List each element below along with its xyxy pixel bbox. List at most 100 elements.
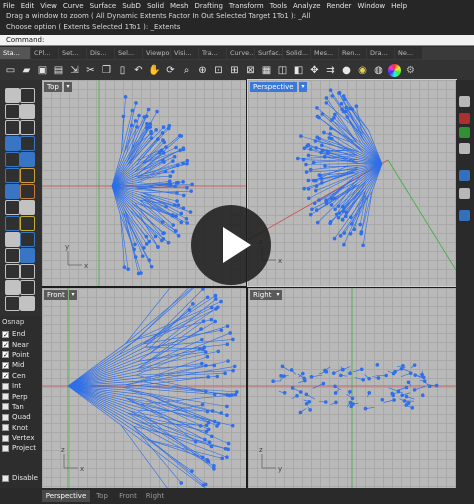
toolbar-tab[interactable]: Set... — [59, 47, 86, 59]
tab-top[interactable]: Top — [92, 490, 112, 502]
dimension-icon[interactable] — [5, 232, 20, 247]
ellipse-icon[interactable] — [20, 136, 35, 151]
light-icon[interactable] — [20, 216, 35, 231]
box-icon[interactable] — [20, 152, 35, 167]
materials-icon[interactable] — [459, 210, 470, 221]
toolbar-tab[interactable]: Ne... — [395, 47, 422, 59]
osnap-checkbox[interactable]: ✓ — [2, 351, 9, 359]
toolbar-tab[interactable]: CPl... — [31, 47, 58, 59]
open-folder-icon[interactable]: ▰ — [20, 64, 33, 77]
zoom-all-icon[interactable]: ⊠ — [244, 64, 257, 77]
toolbar-tab[interactable]: Sel... — [115, 47, 142, 59]
menu-help[interactable]: Help — [388, 2, 410, 10]
render-icon[interactable]: ◉ — [356, 64, 369, 77]
toolbar-tab[interactable]: Surfac... — [255, 47, 282, 59]
zoom-extents-icon[interactable]: ⊡ — [212, 64, 225, 77]
new-file-icon[interactable]: ▭ — [4, 64, 17, 77]
extrude-icon[interactable] — [5, 216, 20, 231]
color-wheel-icon[interactable] — [388, 63, 401, 77]
viewport-label-right[interactable]: Right — [250, 290, 275, 300]
toolbar-tab[interactable]: Dra... — [367, 47, 394, 59]
osnap-item[interactable]: Perp — [0, 391, 42, 401]
play-button[interactable] — [191, 205, 271, 285]
copy-icon[interactable]: ❐ — [100, 64, 113, 77]
help-icon[interactable] — [459, 170, 470, 181]
chevron-down-icon[interactable]: ▾ — [299, 82, 307, 92]
curve-icon[interactable] — [20, 104, 35, 119]
transform-icon[interactable] — [20, 200, 35, 215]
viewport-perspective[interactable]: Perspective ▾ zx — [247, 79, 457, 287]
join-icon[interactable] — [20, 248, 35, 263]
surface-icon[interactable] — [5, 152, 20, 167]
cut-icon[interactable]: ✂ — [84, 64, 97, 77]
point-icon[interactable] — [20, 88, 35, 103]
layers-icon[interactable] — [459, 113, 470, 124]
toolbar-tab[interactable]: Tra... — [199, 47, 226, 59]
osnap-item[interactable]: Int — [0, 381, 42, 391]
osnap-checkbox[interactable] — [2, 434, 9, 442]
display-icon[interactable] — [459, 143, 470, 154]
menu-subd[interactable]: SubD — [119, 2, 144, 10]
osnap-checkbox[interactable]: ✓ — [2, 341, 9, 349]
select-arrow-icon[interactable] — [5, 280, 20, 295]
osnap-checkbox[interactable] — [2, 403, 9, 411]
tab-perspective[interactable]: Perspective — [42, 490, 90, 502]
import-icon[interactable]: ⇲ — [68, 64, 81, 77]
toolbar-tab[interactable]: Mes... — [311, 47, 338, 59]
viewport-label-top[interactable]: Top — [44, 82, 62, 92]
print-icon[interactable]: ▤ — [52, 64, 65, 77]
save-icon[interactable]: ▣ — [36, 64, 49, 77]
menu-curve[interactable]: Curve — [60, 2, 87, 10]
osnap-item[interactable]: Project — [0, 443, 42, 453]
menu-view[interactable]: View — [37, 2, 60, 10]
toolbar-tab[interactable]: Solid... — [283, 47, 310, 59]
osnap-checkbox[interactable] — [2, 413, 9, 421]
osnap-item[interactable]: Tan — [0, 402, 42, 412]
paste-icon[interactable]: ▯ — [116, 64, 129, 77]
menu-file[interactable]: File — [0, 2, 18, 10]
viewport-label-front[interactable]: Front — [44, 290, 68, 300]
menu-solid[interactable]: Solid — [144, 2, 167, 10]
shade-icon[interactable]: ● — [340, 64, 353, 77]
viewport-right[interactable]: Right ▾ z y — [248, 288, 456, 488]
viewport-label-perspective[interactable]: Perspective — [250, 82, 297, 92]
properties-icon[interactable] — [459, 96, 470, 107]
rectangle-icon[interactable] — [5, 136, 20, 151]
disable-osnap[interactable]: Disable — [2, 474, 38, 482]
arc-icon[interactable] — [5, 120, 20, 135]
undo-icon[interactable]: ↶ — [132, 64, 145, 77]
pan-hand-icon[interactable]: ✋ — [148, 64, 161, 77]
toolbar-tab[interactable]: Sta... — [0, 47, 30, 59]
menu-analyze[interactable]: Analyze — [290, 2, 324, 10]
chevron-down-icon[interactable]: ▾ — [274, 290, 282, 300]
menu-render[interactable]: Render — [324, 2, 355, 10]
cylinder-icon[interactable] — [5, 184, 20, 199]
mirror-icon[interactable] — [20, 264, 35, 279]
zoom-icon[interactable]: ⌕ — [180, 64, 193, 77]
osnap-checkbox[interactable] — [2, 444, 9, 452]
menu-window[interactable]: Window — [355, 2, 389, 10]
select-arrow-icon[interactable] — [5, 88, 20, 103]
osnap-item[interactable]: ✓ End — [0, 329, 42, 339]
polyline-icon[interactable] — [5, 104, 20, 119]
materials-icon[interactable]: ◍ — [372, 64, 385, 77]
polyline-icon[interactable] — [5, 296, 20, 311]
array-icon[interactable] — [5, 264, 20, 279]
mesh-icon[interactable] — [5, 200, 20, 215]
copy-move-icon[interactable]: ⇉ — [324, 64, 337, 77]
tab-front[interactable]: Front — [116, 490, 140, 502]
move-icon[interactable]: ✥ — [308, 64, 321, 77]
command-input[interactable]: Command: — [0, 35, 474, 46]
toolbar-tab[interactable]: Dis... — [87, 47, 114, 59]
rotate-view-icon[interactable]: ⟳ — [164, 64, 177, 77]
toolbar-tab[interactable]: Ren... — [339, 47, 366, 59]
toolbar-tab[interactable]: Curve... — [227, 47, 254, 59]
tab-right[interactable]: Right — [143, 490, 167, 502]
osnap-item[interactable]: Vertex — [0, 433, 42, 443]
viewport-front[interactable]: Front ▾ z x — [42, 288, 246, 488]
osnap-checkbox[interactable]: ✓ — [2, 372, 9, 380]
chevron-down-icon[interactable]: ▾ — [69, 290, 77, 300]
cplane-icon[interactable]: ◧ — [292, 64, 305, 77]
boolean-icon[interactable] — [20, 184, 35, 199]
osnap-item[interactable]: Knot — [0, 423, 42, 433]
